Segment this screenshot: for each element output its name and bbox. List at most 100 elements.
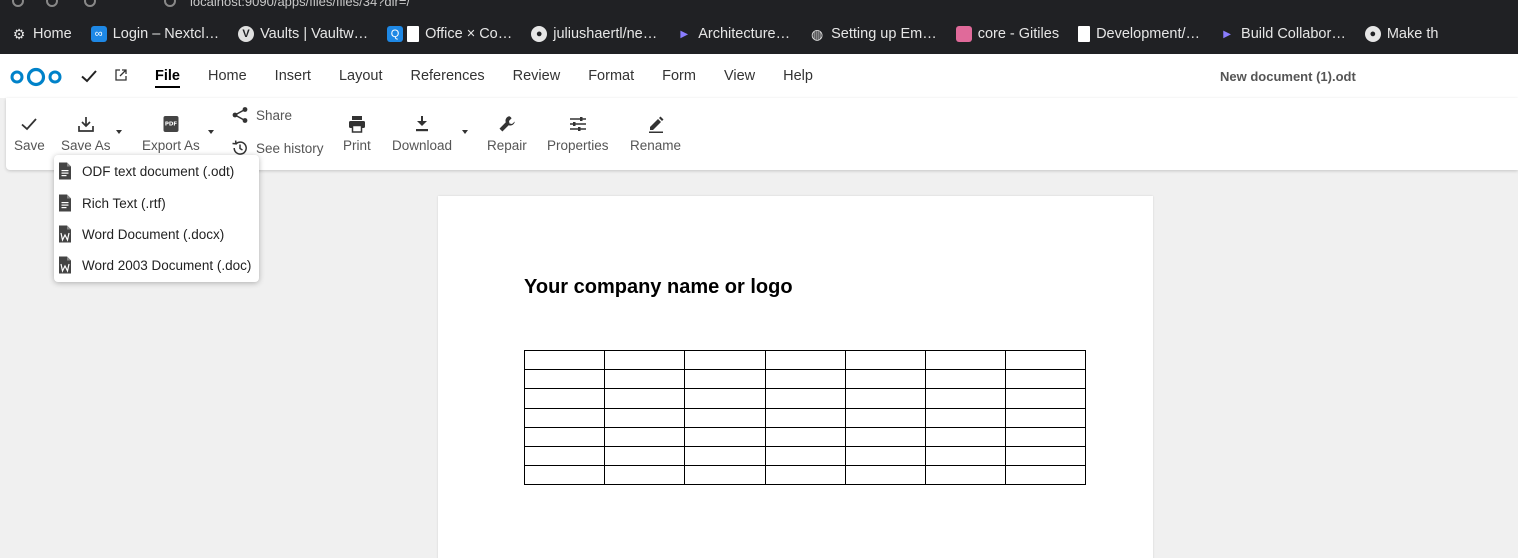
table-cell[interactable]	[1005, 349, 1087, 371]
table-cell[interactable]	[1005, 407, 1087, 428]
table-cell[interactable]	[844, 445, 926, 467]
table-cell[interactable]	[523, 407, 606, 428]
table-cell[interactable]	[684, 369, 766, 390]
table-cell[interactable]	[924, 426, 1007, 447]
save-as-button[interactable]: Save As	[61, 114, 111, 153]
properties-button[interactable]: Properties	[547, 114, 609, 153]
table-cell[interactable]	[1005, 426, 1087, 447]
export-as-chevron-down-icon[interactable]	[208, 130, 214, 134]
bookmark-label: Home	[33, 26, 72, 42]
menu-help[interactable]: Help	[769, 54, 827, 98]
table-cell[interactable]	[764, 349, 846, 371]
table-cell[interactable]	[604, 445, 686, 467]
table-cell[interactable]	[523, 426, 606, 447]
back-icon[interactable]	[12, 0, 24, 7]
table-cell[interactable]	[684, 407, 766, 428]
menu-references[interactable]: References	[396, 54, 498, 98]
table-cell[interactable]	[844, 426, 926, 447]
bookmark-architecture[interactable]: ▶ Architecture…	[676, 26, 790, 42]
table-cell[interactable]	[604, 465, 686, 486]
table-cell[interactable]	[604, 369, 686, 390]
bookmark-login-nextcloud[interactable]: ∞ Login – Nextcl…	[90, 26, 219, 42]
bookmark-label: Vaults | Vaultw…	[260, 26, 369, 42]
table-cell[interactable]	[523, 465, 606, 486]
table-cell[interactable]	[764, 388, 846, 409]
bookmark-github-juliushaertl[interactable]: ● juliushaertl/ne…	[531, 26, 657, 42]
table-cell[interactable]	[924, 445, 1007, 467]
bookmark-build-collabora[interactable]: ▶ Build Collabor…	[1219, 26, 1346, 42]
bookmark-make-the[interactable]: ● Make th	[1364, 26, 1438, 42]
document-title[interactable]: New document (1).odt	[1220, 69, 1356, 84]
export-as-button[interactable]: PDF Export As	[142, 114, 200, 153]
table-cell[interactable]	[764, 407, 846, 428]
table-cell[interactable]	[844, 349, 926, 371]
nextcloud-logo-icon[interactable]	[10, 67, 62, 87]
save-as-chevron-down-icon[interactable]	[116, 130, 122, 134]
menu-format[interactable]: Format	[574, 54, 648, 98]
table-cell[interactable]	[523, 388, 606, 409]
table-cell[interactable]	[523, 445, 606, 467]
table-cell[interactable]	[523, 369, 606, 390]
table-cell[interactable]	[844, 388, 926, 409]
document-heading[interactable]: Your company name or logo	[524, 276, 793, 299]
address-bar-url[interactable]: localhost:9090/apps/files/files/34?dir=/	[190, 0, 410, 9]
menu-form[interactable]: Form	[648, 54, 710, 98]
table-cell[interactable]	[684, 465, 766, 486]
table-cell[interactable]	[844, 465, 926, 486]
download-button[interactable]: Download	[392, 114, 452, 153]
reload-icon[interactable]	[84, 0, 96, 7]
bookmark-office-collabora[interactable]: Q Office × Co…	[387, 26, 512, 42]
save-as-rtf-option[interactable]: Rich Text (.rtf)	[54, 188, 259, 218]
bookmark-vaults[interactable]: V Vaults | Vaultw…	[238, 26, 368, 42]
download-chevron-down-icon[interactable]	[462, 130, 468, 134]
table-cell[interactable]	[604, 388, 686, 409]
table-cell[interactable]	[844, 407, 926, 428]
print-button[interactable]: Print	[343, 114, 371, 153]
table-cell[interactable]	[1005, 445, 1087, 467]
table-cell[interactable]	[523, 349, 606, 371]
menu-insert[interactable]: Insert	[261, 54, 325, 98]
save-as-docx-option[interactable]: Word Document (.docx)	[54, 219, 259, 249]
document-page[interactable]: Your company name or logo	[438, 196, 1153, 558]
table-cell[interactable]	[1005, 369, 1087, 390]
table-cell[interactable]	[1005, 465, 1087, 486]
save-button[interactable]: Save	[14, 114, 45, 153]
table-cell[interactable]	[924, 465, 1007, 486]
table-cell[interactable]	[604, 426, 686, 447]
save-as-odt-option[interactable]: ODF text document (.odt)	[54, 156, 259, 186]
menu-home[interactable]: Home	[194, 54, 261, 98]
table-cell[interactable]	[684, 349, 766, 371]
rename-button[interactable]: Rename	[630, 114, 681, 153]
save-as-doc-option[interactable]: Word 2003 Document (.doc)	[54, 250, 259, 280]
menu-layout[interactable]: Layout	[325, 54, 397, 98]
table-cell[interactable]	[684, 445, 766, 467]
table-cell[interactable]	[684, 426, 766, 447]
table-cell[interactable]	[764, 445, 846, 467]
table-cell[interactable]	[764, 465, 846, 486]
bookmark-label: Build Collabor…	[1241, 26, 1346, 42]
bookmark-home[interactable]: ⚙ Home	[11, 26, 72, 43]
table-cell[interactable]	[764, 369, 846, 390]
repair-button[interactable]: Repair	[487, 114, 527, 153]
table-cell[interactable]	[684, 388, 766, 409]
bookmark-core-gitiles[interactable]: core - Gitiles	[955, 26, 1059, 42]
forward-icon[interactable]	[46, 0, 58, 7]
table-cell[interactable]	[924, 369, 1007, 390]
document-table[interactable]	[523, 349, 1087, 486]
table-cell[interactable]	[764, 426, 846, 447]
table-cell[interactable]	[924, 349, 1007, 371]
table-cell[interactable]	[1005, 388, 1087, 409]
site-info-icon[interactable]	[164, 0, 176, 7]
menu-review[interactable]: Review	[499, 54, 575, 98]
bookmark-setting-up[interactable]: ◍ Setting up Em…	[809, 26, 937, 43]
table-cell[interactable]	[604, 407, 686, 428]
table-cell[interactable]	[604, 349, 686, 371]
bookmark-development[interactable]: Development/…	[1078, 26, 1200, 42]
table-cell[interactable]	[924, 388, 1007, 409]
menu-file[interactable]: File	[141, 54, 194, 98]
menu-view[interactable]: View	[710, 54, 769, 98]
share-button[interactable]: Share	[231, 106, 292, 124]
table-cell[interactable]	[924, 407, 1007, 428]
open-in-new-window-icon[interactable]	[114, 68, 128, 82]
table-cell[interactable]	[844, 369, 926, 390]
